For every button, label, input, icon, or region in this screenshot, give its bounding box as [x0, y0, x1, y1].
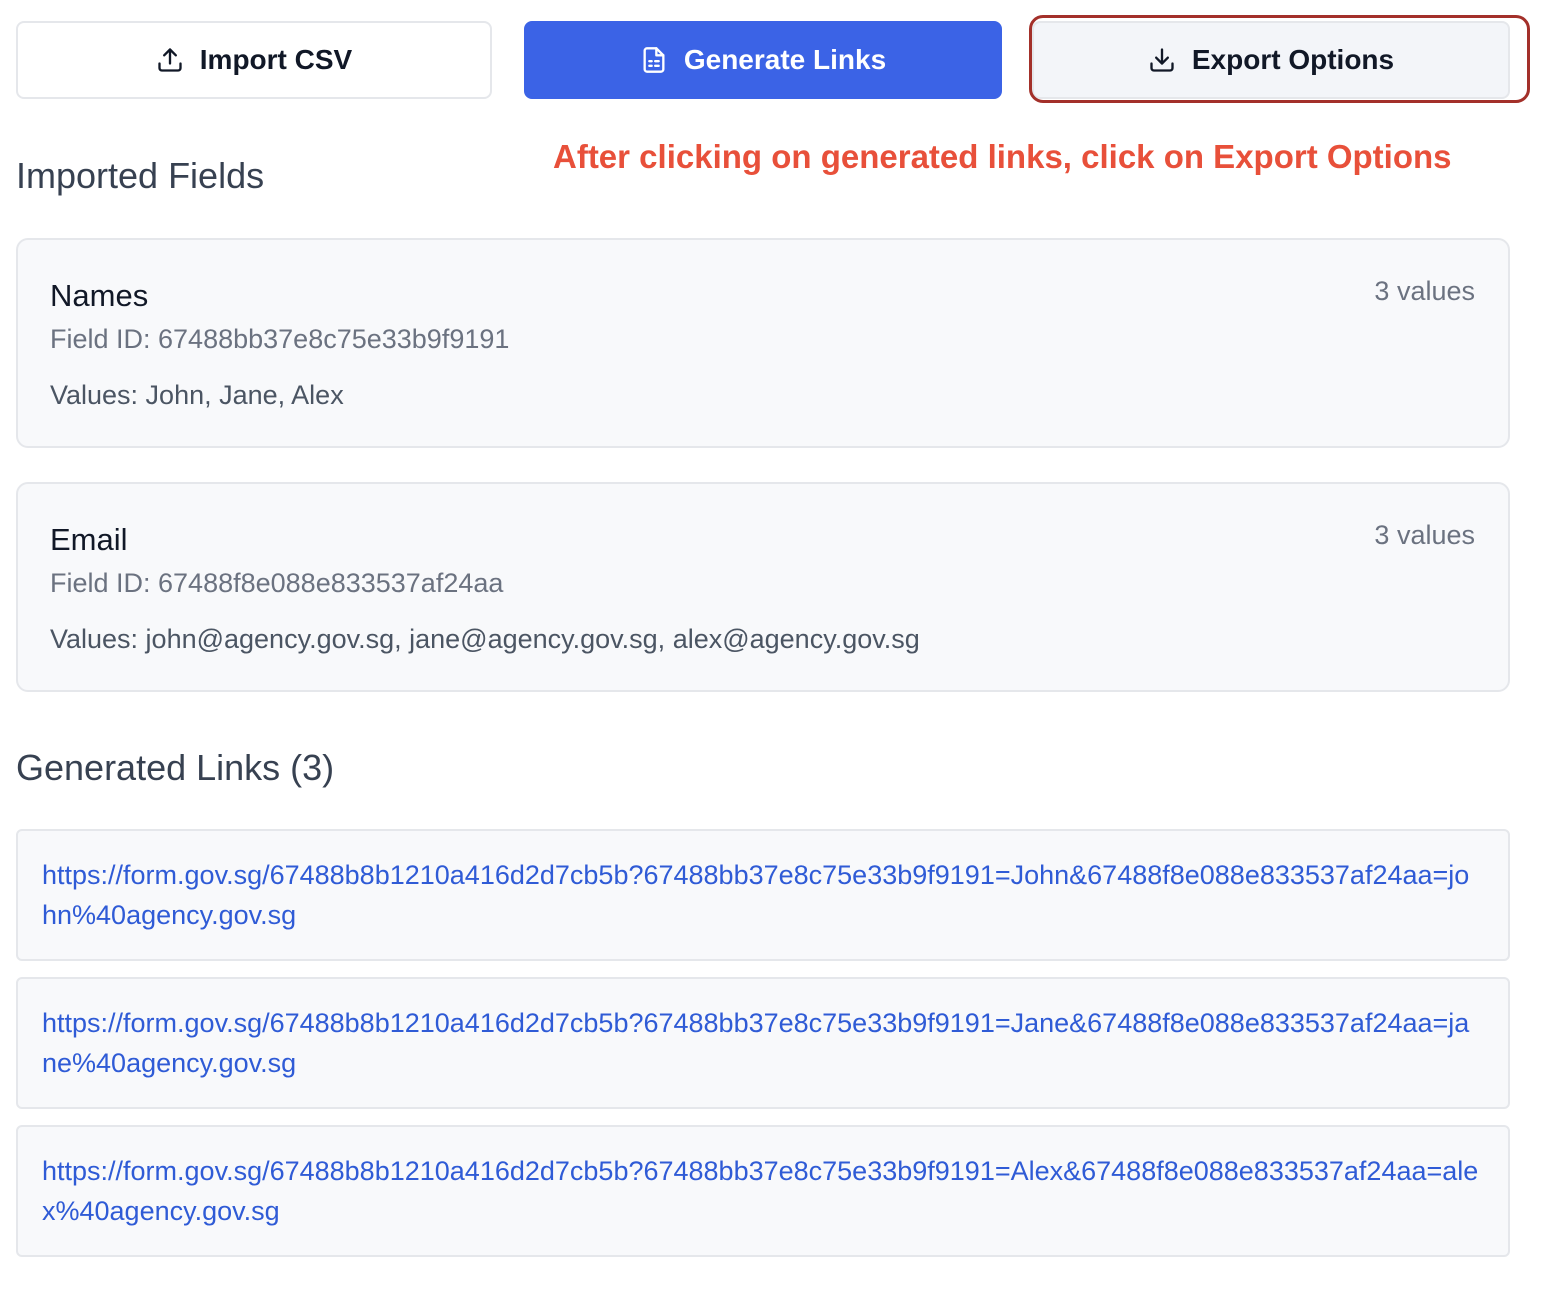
export-options-button[interactable]: Export Options	[1032, 21, 1510, 99]
field-values: Values: john@agency.gov.sg, jane@agency.…	[50, 624, 920, 654]
upload-icon	[156, 46, 184, 74]
generated-link[interactable]: https://form.gov.sg/67488b8b1210a416d2d7…	[42, 1151, 1482, 1231]
generated-link[interactable]: https://form.gov.sg/67488b8b1210a416d2d7…	[42, 855, 1482, 935]
generated-link[interactable]: https://form.gov.sg/67488b8b1210a416d2d7…	[42, 1003, 1482, 1083]
import-csv-button[interactable]: Import CSV	[16, 21, 492, 99]
field-id: Field ID: 67488f8e088e833537af24aa	[50, 568, 504, 598]
generated-link-card: https://form.gov.sg/67488b8b1210a416d2d7…	[16, 1125, 1510, 1257]
field-value-count: 3 values	[1374, 520, 1475, 550]
export-options-label: Export Options	[1191, 44, 1395, 75]
field-card-email: Email 3 values Field ID: 67488f8e088e833…	[16, 482, 1510, 692]
import-csv-label: Import CSV	[199, 44, 353, 75]
generate-links-button[interactable]: Generate Links	[524, 21, 1002, 99]
field-values: Values: John, Jane, Alex	[50, 380, 344, 410]
field-card-names: Names 3 values Field ID: 67488bb37e8c75e…	[16, 238, 1510, 448]
generated-links-title: Generated Links (3)	[16, 747, 335, 788]
imported-fields-title: Imported Fields	[16, 155, 265, 196]
instruction-annotation: After clicking on generated links, click…	[553, 138, 1452, 175]
toolbar: Import CSV Generate Links Export Options	[16, 21, 1510, 101]
file-text-icon	[640, 46, 668, 74]
generated-link-card: https://form.gov.sg/67488b8b1210a416d2d7…	[16, 829, 1510, 961]
field-value-count: 3 values	[1374, 276, 1475, 306]
generated-link-card: https://form.gov.sg/67488b8b1210a416d2d7…	[16, 977, 1510, 1109]
field-name: Names	[50, 278, 149, 313]
download-icon	[1148, 46, 1176, 74]
field-name: Email	[50, 522, 128, 557]
field-id: Field ID: 67488bb37e8c75e33b9f9191	[50, 324, 510, 354]
generate-links-label: Generate Links	[683, 44, 887, 75]
